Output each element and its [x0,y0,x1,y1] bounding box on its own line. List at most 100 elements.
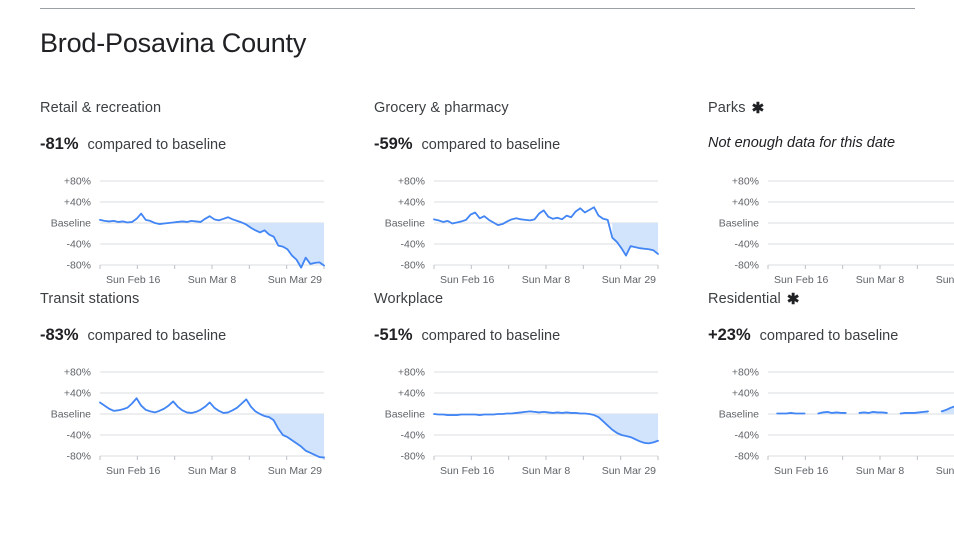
panel-title-transit-stations: Transit stations [40,289,330,309]
x-axis-tick-label: Sun Mar 8 [188,274,237,286]
x-axis-tick-label: Sun Feb 16 [106,274,160,286]
panel-title-label: Workplace [374,291,444,307]
x-axis-tick-label: Sun Feb 16 [774,465,828,477]
sparkline-chart-retail-and-recreation[interactable]: +80% +40% Baseline -40% -80% Sun Feb 16 Sun Ma… [40,171,330,289]
x-axis-tick-label: Sun Mar 8 [188,465,237,477]
y-axis-tick-label: Baseline [51,218,91,230]
chart-svg: +80% +40% Baseline -40% -80% Sun Feb 16 Sun Ma… [51,367,325,477]
percent-change-caption: compared to baseline [421,137,561,153]
panel-grid: Retail & recreation -81% compared to bas… [0,98,954,480]
panel-transit-stations: Transit stations -83% compared to baseli… [40,289,330,480]
panel-residential: Residential ✱ +23% compared to baseline … [708,289,954,480]
y-axis-tick-label: -80% [734,260,759,272]
panel-value-workplace: -51% compared to baseline [374,326,664,346]
y-axis-tick-label: Baseline [719,409,759,421]
y-axis-tick-label: -40% [400,239,425,251]
x-axis-tick-label: Sun Mar 29 [268,274,322,286]
y-axis-tick-label: -40% [734,430,759,442]
chart-svg: +80% +40% Baseline -40% -80% Sun Feb 16 Sun Ma… [51,176,325,286]
percent-change-value: -81% [40,135,79,153]
percent-change-caption: compared to baseline [421,328,561,344]
panel-value-residential: +23% compared to baseline [708,326,954,346]
percent-change-caption: compared to baseline [87,328,227,344]
y-axis-tick-label: +40% [398,197,425,209]
x-axis-tick-label: Sun Mar 29 [268,465,322,477]
y-axis-tick-label: +40% [732,197,759,209]
y-axis-tick-label: -80% [66,260,91,272]
page-title: Brod-Posavina County [40,28,307,58]
percent-change-caption: compared to baseline [87,137,227,153]
panel-title-label: Parks [708,100,746,116]
y-axis-tick-label: Baseline [719,218,759,230]
header-divider [40,8,915,9]
x-axis-tick-label: Sun Mar 29 [936,465,954,477]
y-axis-tick-label: -40% [66,430,91,442]
x-axis-tick-label: Sun Mar 29 [602,274,656,286]
x-axis-tick-label: Sun Feb 16 [774,274,828,286]
y-axis-tick-label: +40% [732,388,759,400]
y-axis-tick-label: Baseline [385,218,425,230]
series-area [594,414,658,444]
x-axis-tick-label: Sun Mar 8 [856,274,905,286]
panel-value-transit-stations: -83% compared to baseline [40,326,330,346]
x-axis-tick-label: Sun Feb 16 [106,465,160,477]
x-axis-tick-label: Sun Mar 29 [602,465,656,477]
y-axis-tick-label: +40% [64,388,91,400]
sparkline-chart-workplace[interactable]: +80% +40% Baseline -40% -80% Sun Feb 16 Sun Ma… [374,362,664,480]
panel-row-2: Transit stations -83% compared to baseli… [0,289,954,480]
y-axis-tick-label: +40% [398,388,425,400]
y-axis-tick-label: -80% [734,451,759,463]
sparkline-chart-grocery-and-pharmacy[interactable]: +80% +40% Baseline -40% -80% Sun Feb 16 Sun Ma… [374,171,664,289]
x-axis-tick-label: Sun Mar 29 [936,274,954,286]
y-axis-tick-label: +80% [732,367,759,379]
sparkline-chart-parks: +80% +40% Baseline -40% -80% Sun Feb 16 Sun Ma… [708,171,954,289]
asterisk-icon: ✱ [751,99,765,117]
panel-retail-and-recreation: Retail & recreation -81% compared to bas… [40,98,330,289]
x-axis-tick-label: Sun Feb 16 [440,465,494,477]
series-area [246,223,324,268]
panel-grocery-and-pharmacy: Grocery & pharmacy -59% compared to base… [374,98,664,289]
panel-title-residential: Residential ✱ [708,289,954,309]
y-axis-tick-label: -40% [66,239,91,251]
no-data-message: Not enough data for this date [708,135,896,151]
y-axis-tick-label: Baseline [51,409,91,421]
percent-change-value: +23% [708,326,751,344]
y-axis-tick-label: +80% [398,176,425,188]
y-axis-tick-label: -80% [66,451,91,463]
panel-parks: Parks ✱ Not enough data for this date +8… [708,98,954,289]
x-axis-tick-label: Sun Mar 8 [522,274,571,286]
panel-title-label: Grocery & pharmacy [374,100,509,116]
y-axis-tick-label: +80% [64,176,91,188]
panel-title-grocery-and-pharmacy: Grocery & pharmacy [374,98,664,118]
panel-title-label: Residential [708,291,781,307]
y-axis-tick-label: +80% [398,367,425,379]
percent-change-value: -51% [374,326,413,344]
panel-title-parks: Parks ✱ [708,98,954,118]
y-axis-tick-label: -40% [734,239,759,251]
x-axis-tick-label: Sun Mar 8 [522,465,571,477]
y-axis-tick-label: Baseline [385,409,425,421]
panel-workplace: Workplace -51% compared to baseline +80%… [374,289,664,480]
panel-row-1: Retail & recreation -81% compared to bas… [0,98,954,289]
y-axis-tick-label: +80% [732,176,759,188]
series-line [776,412,806,415]
panel-title-label: Retail & recreation [40,100,162,116]
x-axis-tick-label: Sun Feb 16 [440,274,494,286]
percent-change-value: -83% [40,326,79,344]
chart-svg: +80% +40% Baseline -40% -80% Sun Feb 16 Sun Ma… [385,176,659,286]
panel-title-retail-and-recreation: Retail & recreation [40,98,330,118]
panel-value-grocery-and-pharmacy: -59% compared to baseline [374,135,664,155]
asterisk-icon: ✱ [786,290,800,308]
y-axis-tick-label: +80% [64,367,91,379]
percent-change-value: -59% [374,135,413,153]
y-axis-tick-label: -80% [400,260,425,272]
panel-value-retail-and-recreation: -81% compared to baseline [40,135,330,155]
y-axis-tick-label: -40% [400,430,425,442]
panel-title-workplace: Workplace [374,289,664,309]
panel-title-label: Transit stations [40,291,140,307]
sparkline-chart-transit-stations[interactable]: +80% +40% Baseline -40% -80% Sun Feb 16 Sun Ma… [40,362,330,480]
chart-svg: +80% +40% Baseline -40% -80% Sun Feb 16 Sun Ma… [719,367,954,477]
percent-change-caption: compared to baseline [759,328,899,344]
sparkline-chart-residential[interactable]: +80% +40% Baseline -40% -80% Sun Feb 16 Sun Ma… [708,362,954,480]
mobility-report-page: Brod-Posavina County Retail & recreation… [0,0,954,551]
